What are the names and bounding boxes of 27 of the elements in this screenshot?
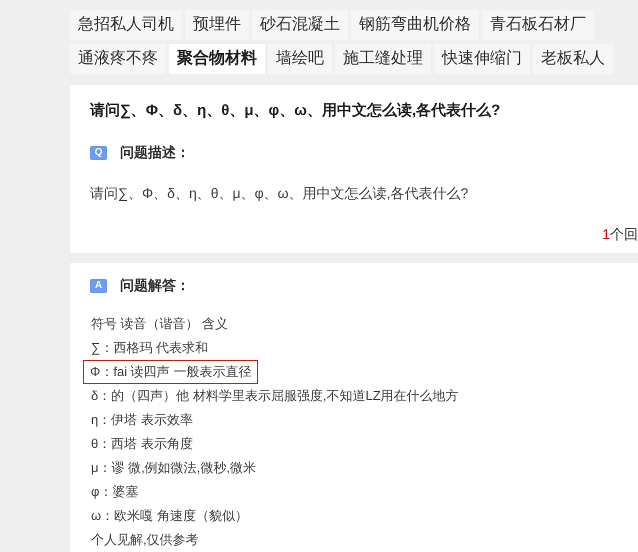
tag-link[interactable]: 快速伸缩门 <box>434 44 530 74</box>
tag-link[interactable]: 聚合物材料 <box>169 44 265 74</box>
tag-link[interactable]: 老板私人 <box>533 44 613 74</box>
answer-line: η：伊塔 表示效率 <box>90 411 194 429</box>
tag-link[interactable]: 通液疼不疼 <box>70 44 166 74</box>
tag-link[interactable]: 青石板石材厂 <box>482 10 594 40</box>
tag-link[interactable]: 急招私人司机 <box>70 10 182 40</box>
answer-badge-icon: A <box>90 278 107 292</box>
answer-line: 个人见解,仅供参考 <box>90 531 200 549</box>
answer-line: θ：西塔 表示角度 <box>90 435 194 453</box>
answer-line: ω：欧米嘎 角速度（貌似） <box>90 507 249 525</box>
question-description: 请问∑、Φ、δ、η、θ、μ、φ、ω、用中文怎么读,各代表什么? <box>90 184 470 203</box>
answer-line: μ：谬 微,例如微法,微秒,微米 <box>90 459 257 477</box>
section-label: 问题解答： <box>120 276 190 295</box>
answer-line: 符号 读音（谐音） 含义 <box>90 315 230 333</box>
question-badge-icon: Q <box>90 146 107 160</box>
tag-link[interactable]: 施工缝处理 <box>335 44 431 74</box>
answer-line: φ：婆塞 <box>90 483 140 501</box>
tag-link[interactable]: 预埋件 <box>185 10 249 40</box>
tag-link[interactable]: 墙绘吧 <box>268 44 332 74</box>
tag-link[interactable]: 砂石混凝土 <box>252 10 348 40</box>
question-title: 请问∑、Φ、δ、η、θ、μ、φ、ω、用中文怎么读,各代表什么? <box>90 101 502 121</box>
answer-line: δ：的（四声）他 材料学里表示屈服强度,不知道LZ用在什么地方 <box>90 387 460 405</box>
answer-count: 1个回 <box>602 225 638 244</box>
section-label: 问题描述： <box>120 143 190 162</box>
answer-line: ∑：西格玛 代表求和 <box>90 339 209 357</box>
tag-link[interactable]: 钢筋弯曲机价格 <box>351 10 479 40</box>
